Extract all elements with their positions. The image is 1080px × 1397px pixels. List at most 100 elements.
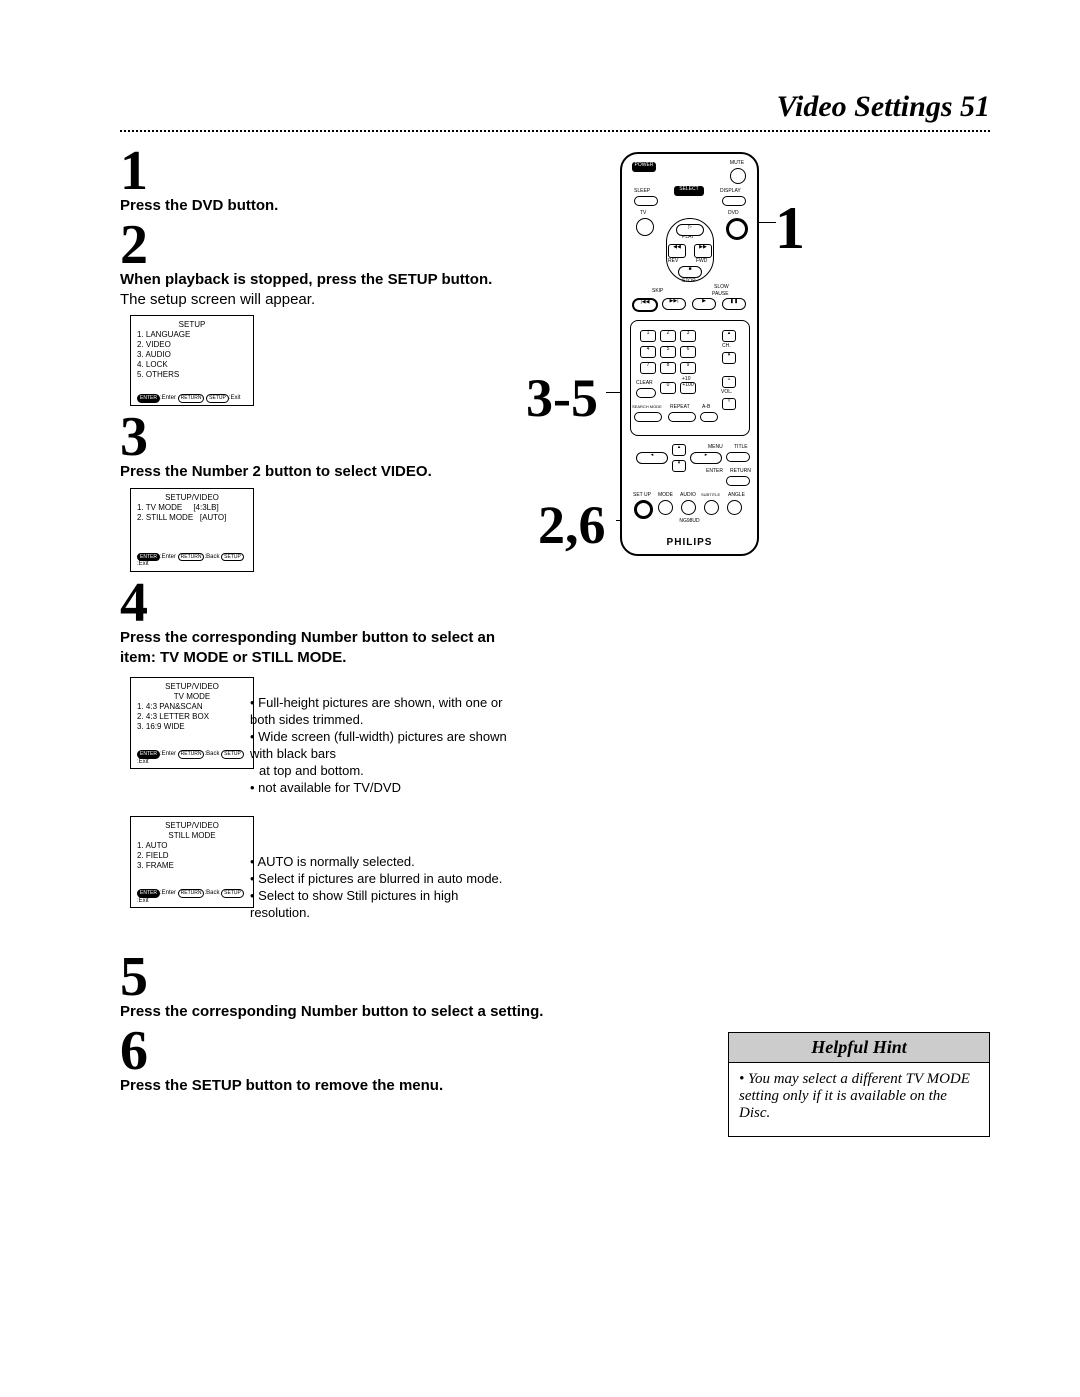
slow-button[interactable]: ▶ <box>692 298 716 310</box>
osd-subtitle: STILL MODE <box>137 831 247 841</box>
key-0[interactable]: 0 <box>660 382 676 394</box>
page-title: Video Settings 51 <box>120 90 990 124</box>
step-number-2: 2 <box>120 220 520 270</box>
stop-label: STOP <box>682 278 696 284</box>
setup-button[interactable] <box>634 500 653 519</box>
osd-tvmode-screen: SETUP/VIDEO TV MODE 1. 4:3 PAN&SCAN 2. 4… <box>130 677 254 769</box>
pause-button[interactable]: ❚❚ <box>722 298 746 310</box>
mute-button[interactable] <box>730 168 746 184</box>
osd-title: SETUP/VIDEO <box>137 682 247 692</box>
step-3-text: Press the Number 2 button to select VIDE… <box>120 462 520 482</box>
key-5[interactable]: 5 <box>660 346 676 358</box>
osd-video-screen: SETUP/VIDEO 1. TV MODE [4:3LB] 2. STILL … <box>130 488 254 572</box>
annot-line: • Select if pictures are blurred in auto… <box>250 871 520 888</box>
return-label: RETURN <box>730 468 751 474</box>
up-button[interactable]: ▴ <box>672 444 686 456</box>
ch-down-button[interactable]: ▾ <box>722 352 736 364</box>
helpful-hint-box: Helpful Hint • You may select a differen… <box>728 1032 990 1137</box>
key-1[interactable]: 1 <box>640 330 656 342</box>
osd-foot-pill: SETUP <box>221 553 244 562</box>
repeat-label: REPEAT <box>670 404 690 410</box>
key-9[interactable]: 9 <box>680 362 696 374</box>
enter-return-button[interactable] <box>726 476 750 486</box>
hint-body: • You may select a different TV MODE set… <box>729 1063 989 1136</box>
osd-item: 3. 16:9 WIDE <box>137 722 247 732</box>
osd-title: SETUP/VIDEO <box>137 493 247 503</box>
key-3[interactable]: 3 <box>680 330 696 342</box>
title-label: TITLE <box>734 444 748 450</box>
osd-item: 2. STILL MODE <box>137 513 193 522</box>
key-7[interactable]: 7 <box>640 362 656 374</box>
hint-heading: Helpful Hint <box>729 1033 989 1063</box>
step-number-5: 5 <box>120 952 520 1002</box>
osd-title: SETUP <box>137 320 247 330</box>
osd-foot-pill: ENTER <box>137 750 160 759</box>
rev-button[interactable]: ◀◀ <box>668 244 686 258</box>
plus100-button[interactable]: +100 <box>680 382 696 394</box>
searchmode-button[interactable] <box>634 412 662 422</box>
skip-next-button[interactable]: ▶▶| <box>662 298 686 310</box>
menu-label: MENU <box>708 444 723 450</box>
step-number-3: 3 <box>120 412 520 462</box>
step-number-1: 1 <box>120 146 520 196</box>
annot-line: • Full-height pictures are shown, with o… <box>250 695 520 729</box>
key-8[interactable]: 8 <box>660 362 676 374</box>
osd-foot: :Exit <box>137 759 149 765</box>
dvd-button[interactable] <box>726 218 748 240</box>
stop-button[interactable]: ■ <box>678 266 702 278</box>
fwd-button[interactable]: ▶▶ <box>694 244 712 258</box>
osd-foot: :Exit <box>137 561 149 567</box>
osd-item: 1. TV MODE <box>137 503 182 512</box>
osd-foot: :Enter <box>160 890 176 896</box>
key-2[interactable]: 2 <box>660 330 676 342</box>
slow-label: SLOW <box>714 284 729 290</box>
osd-item: 3. FRAME <box>137 861 247 871</box>
skip-prev-button[interactable]: |◀◀ <box>632 298 658 312</box>
repeat-button[interactable] <box>668 412 696 422</box>
step-4-text: Press the corresponding Number button to… <box>120 628 510 667</box>
power-button[interactable]: POWER <box>632 162 656 172</box>
sleep-button[interactable] <box>634 196 658 206</box>
sleep-label: SLEEP <box>634 188 650 194</box>
display-button[interactable] <box>722 196 746 206</box>
select-button[interactable]: SELECT <box>674 186 704 196</box>
ab-button[interactable] <box>700 412 718 422</box>
audio-label: AUDIO <box>680 492 696 498</box>
osd-foot-return-pill: RETURN <box>178 394 205 403</box>
tv-button[interactable] <box>636 218 654 236</box>
play-button[interactable]: ▷ <box>676 224 704 236</box>
mute-label: MUTE <box>725 160 749 166</box>
key-6[interactable]: 6 <box>680 346 696 358</box>
osd-foot: :Enter <box>160 751 176 757</box>
right-button[interactable]: ▸ <box>690 452 722 464</box>
vol-down-button[interactable]: ▿ <box>722 398 736 410</box>
callout-3-5: 3-5 <box>526 367 598 429</box>
left-button[interactable]: ◂ <box>636 452 668 464</box>
key-4[interactable]: 4 <box>640 346 656 358</box>
down-button[interactable]: ▾ <box>672 460 686 472</box>
step-1-text: Press the DVD button. <box>120 196 520 216</box>
osd-foot: :Back <box>204 751 219 757</box>
osd-item: 2. 4:3 LETTER BOX <box>137 712 247 722</box>
subtitle-label: SUBTITLE <box>701 492 720 497</box>
annotation-stillmode: • AUTO is normally selected. • Select if… <box>250 854 520 922</box>
enter-label: ENTER <box>706 468 723 474</box>
vol-up-button[interactable]: ▵ <box>722 376 736 388</box>
ch-up-button[interactable]: ▴ <box>722 330 736 342</box>
osd-foot: :Back <box>204 890 219 896</box>
angle-button[interactable] <box>727 500 742 515</box>
osd-item: 1. AUTO <box>137 841 247 851</box>
step-5-text: Press the corresponding Number button to… <box>120 1002 570 1022</box>
annot-line: • AUTO is normally selected. <box>250 854 520 871</box>
searchmode-label: SEARCH MODE <box>632 404 662 409</box>
osd-foot-exit: :Exit <box>229 395 241 401</box>
model-label: NG98UD <box>622 518 757 524</box>
mode-button[interactable] <box>658 500 673 515</box>
clear-button[interactable] <box>636 388 656 398</box>
osd-title: SETUP/VIDEO <box>137 821 247 831</box>
subtitle-button[interactable] <box>704 500 719 515</box>
setup-label: SET UP <box>633 492 651 498</box>
osd-foot-pill: SETUP <box>221 889 244 898</box>
menu-title-button[interactable] <box>726 452 750 462</box>
audio-button[interactable] <box>681 500 696 515</box>
